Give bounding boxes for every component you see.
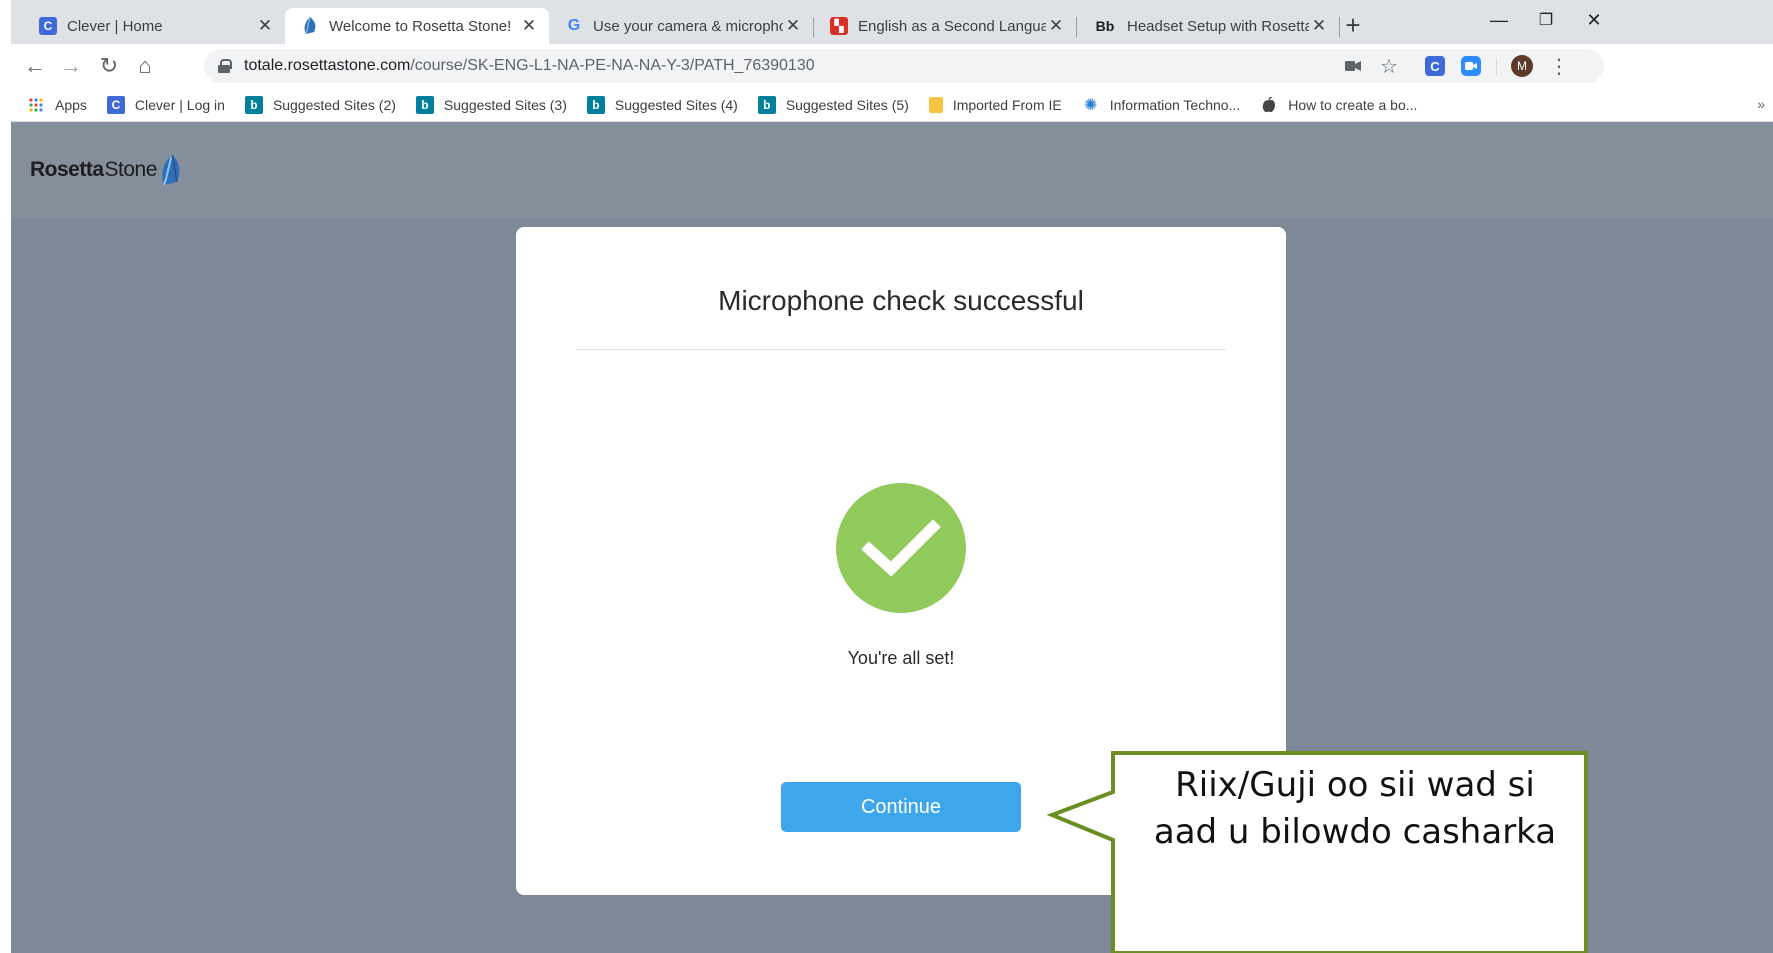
bookmark-suggested-5[interactable]: b Suggested Sites (5): [757, 95, 909, 114]
bookmark-label: Suggested Sites (4): [614, 96, 738, 113]
close-icon[interactable]: ✕: [519, 16, 539, 36]
bookmark-label: Suggested Sites (5): [785, 96, 909, 113]
rosetta-stone-favicon: [301, 17, 319, 35]
browser-toolbar: ← → ↻ ⌂ totale.rosettastone.com/course/S…: [11, 44, 1773, 88]
bing-favicon: b: [415, 95, 434, 114]
close-icon[interactable]: ✕: [1046, 16, 1066, 36]
bookmark-how-to-create[interactable]: How to create a bo...: [1260, 96, 1417, 114]
bookmark-suggested-4[interactable]: b Suggested Sites (4): [586, 95, 738, 114]
toolbar-divider: [1496, 58, 1497, 76]
modal-title: Microphone check successful: [718, 285, 1084, 316]
clever-favicon: C: [39, 17, 57, 35]
bookmark-label: Clever | Log in: [134, 96, 225, 113]
bookmark-label: How to create a bo...: [1288, 96, 1418, 113]
bookmarks-bar: Apps C Clever | Log in b Suggested Sites…: [11, 88, 1773, 122]
reload-button[interactable]: ↻: [95, 52, 123, 80]
camera-in-use-icon[interactable]: [1341, 54, 1365, 78]
bookmark-label: Suggested Sites (3): [443, 96, 567, 113]
rosetta-stone-logo[interactable]: Rosetta Stone: [30, 154, 182, 186]
close-window-button[interactable]: ✕: [1571, 10, 1617, 31]
new-tab-button[interactable]: +: [1339, 12, 1367, 40]
bookmark-imported-ie[interactable]: Imported From IE: [928, 96, 1062, 113]
tab-title: English as a Second Language: [858, 17, 1046, 35]
forward-button[interactable]: →: [57, 52, 85, 80]
logo-text-light: Stone: [104, 158, 158, 181]
callout-line-2: aad u bilowdo casharka: [1153, 812, 1557, 852]
bookmark-label: Information Techno...: [1109, 96, 1241, 113]
bookmark-information-technology[interactable]: ✺ Information Techno...: [1082, 96, 1240, 114]
clever-extension-icon[interactable]: C: [1423, 54, 1447, 78]
bookmark-label: Apps: [55, 96, 87, 113]
zoom-extension-icon[interactable]: [1459, 54, 1483, 78]
callout-line-1: Riix/Guji oo sii wad si: [1175, 765, 1535, 805]
close-icon[interactable]: ✕: [255, 16, 275, 36]
clever-favicon: C: [106, 95, 125, 114]
google-favicon: G: [567, 17, 581, 34]
close-icon[interactable]: ✕: [1309, 16, 1329, 36]
back-button[interactable]: ←: [21, 52, 49, 80]
bookmark-suggested-2[interactable]: b Suggested Sites (2): [244, 95, 396, 114]
apps-grid-icon: [27, 96, 45, 114]
bing-favicon: b: [757, 95, 776, 114]
modal-divider: [576, 349, 1226, 350]
tab-headset-setup[interactable]: Bb Headset Setup with Rosetta St ✕: [1077, 8, 1339, 44]
blackboard-favicon: Bb: [1095, 18, 1115, 34]
url-host: totale.rosettastone.com: [244, 57, 411, 74]
bing-favicon: b: [244, 95, 263, 114]
restore-button[interactable]: ❐: [1523, 10, 1569, 30]
site-header: Rosetta Stone: [11, 122, 1773, 218]
tab-strip: C Clever | Home ✕ Welcome to Rosetta Sto…: [11, 0, 1773, 44]
home-button[interactable]: ⌂: [131, 52, 159, 80]
bookmark-suggested-3[interactable]: b Suggested Sites (3): [415, 95, 567, 114]
red-flag-favicon: ▚: [830, 17, 848, 35]
bing-favicon: b: [586, 95, 605, 114]
folder-icon: [928, 96, 943, 113]
bookmark-clever-login[interactable]: C Clever | Log in: [106, 95, 225, 114]
tab-clever-home[interactable]: C Clever | Home ✕: [23, 8, 285, 44]
status-message: You're all set!: [847, 648, 955, 668]
bookmark-label: Imported From IE: [952, 96, 1062, 113]
bookmark-apps[interactable]: Apps: [27, 96, 87, 114]
logo-text-bold: Rosetta: [30, 158, 104, 181]
close-icon[interactable]: ✕: [783, 16, 803, 36]
minimize-button[interactable]: —: [1476, 10, 1522, 31]
tab-google-camera[interactable]: G Use your camera & micropho ✕: [549, 8, 813, 44]
bookmarks-overflow-button[interactable]: »: [1757, 96, 1765, 112]
checkmark-icon: [836, 483, 966, 613]
url-path: /course/SK-ENG-L1-NA-PE-NA-NA-Y-3/PATH_7…: [410, 57, 815, 74]
lock-icon: [218, 59, 232, 73]
continue-button[interactable]: Continue: [781, 782, 1021, 832]
callout-text: Riix/Guji oo sii wad si aad u bilowdo ca…: [1126, 762, 1584, 856]
it-favicon: ✺: [1084, 96, 1098, 114]
tab-title: Clever | Home: [67, 17, 163, 35]
tab-esl[interactable]: ▚ English as a Second Language ✕: [814, 8, 1076, 44]
tab-title: Use your camera & micropho: [593, 17, 783, 35]
tab-title: Headset Setup with Rosetta St: [1127, 17, 1309, 35]
tab-title: Welcome to Rosetta Stone!: [329, 17, 512, 35]
star-icon[interactable]: ☆: [1377, 54, 1401, 78]
tab-rosetta-stone[interactable]: Welcome to Rosetta Stone! ✕: [285, 8, 549, 44]
apple-icon: [1260, 96, 1278, 114]
menu-kebab-icon[interactable]: ⋮: [1549, 54, 1569, 78]
profile-avatar[interactable]: M: [1510, 54, 1534, 78]
bookmark-label: Suggested Sites (2): [272, 96, 396, 113]
rosetta-stone-logo-icon: [160, 154, 182, 186]
